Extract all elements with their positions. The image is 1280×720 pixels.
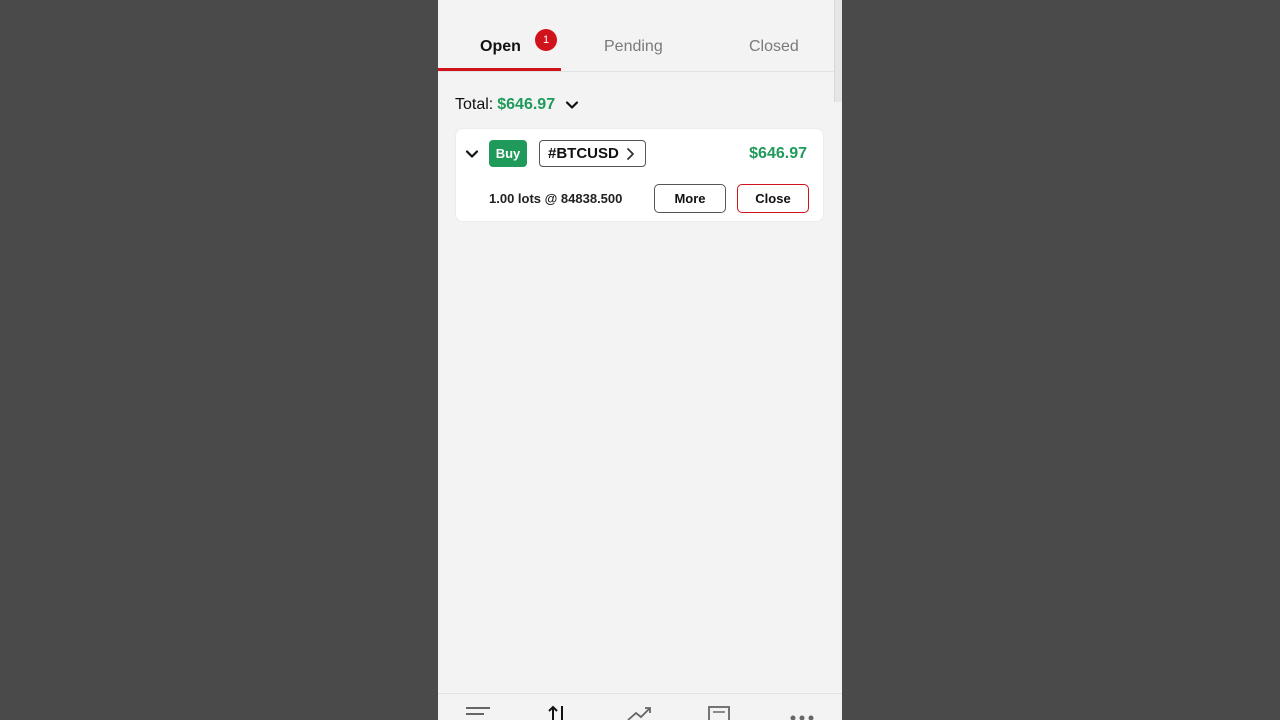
tab-bar: Open 1 Pending Closed bbox=[438, 0, 834, 72]
active-tab-indicator bbox=[438, 68, 561, 71]
scrollbar[interactable] bbox=[834, 0, 842, 102]
position-card: Buy #BTCUSD $646.97 1.00 lots @ 84838.50… bbox=[455, 128, 824, 222]
phone-screen: Open 1 Pending Closed Total: $646.97 Buy… bbox=[438, 0, 842, 720]
chevron-down-icon[interactable] bbox=[464, 146, 480, 162]
list-icon[interactable] bbox=[464, 704, 492, 720]
news-icon[interactable] bbox=[706, 704, 734, 720]
trade-arrows-icon[interactable] bbox=[544, 704, 572, 720]
tab-closed[interactable]: Closed bbox=[749, 38, 799, 56]
total-summary[interactable]: Total: $646.97 bbox=[455, 96, 579, 114]
more-dots-icon[interactable] bbox=[788, 704, 816, 720]
side-badge: Buy bbox=[489, 140, 527, 167]
chevron-down-icon[interactable] bbox=[565, 98, 579, 112]
more-button[interactable]: More bbox=[654, 184, 726, 213]
chevron-right-icon bbox=[627, 148, 634, 160]
symbol-button[interactable]: #BTCUSD bbox=[539, 140, 646, 167]
open-count-badge: 1 bbox=[535, 29, 557, 51]
total-label: Total: bbox=[455, 96, 494, 113]
symbol-label: #BTCUSD bbox=[548, 145, 619, 162]
chart-trend-icon[interactable] bbox=[626, 704, 654, 720]
total-amount: $646.97 bbox=[497, 96, 556, 113]
lots-info: 1.00 lots @ 84838.500 bbox=[489, 191, 623, 206]
close-position-button[interactable]: Close bbox=[737, 184, 809, 213]
bottom-navigation bbox=[438, 693, 842, 720]
tab-pending[interactable]: Pending bbox=[604, 38, 663, 56]
position-pnl: $646.97 bbox=[749, 145, 807, 162]
tab-open[interactable]: Open bbox=[480, 38, 521, 56]
